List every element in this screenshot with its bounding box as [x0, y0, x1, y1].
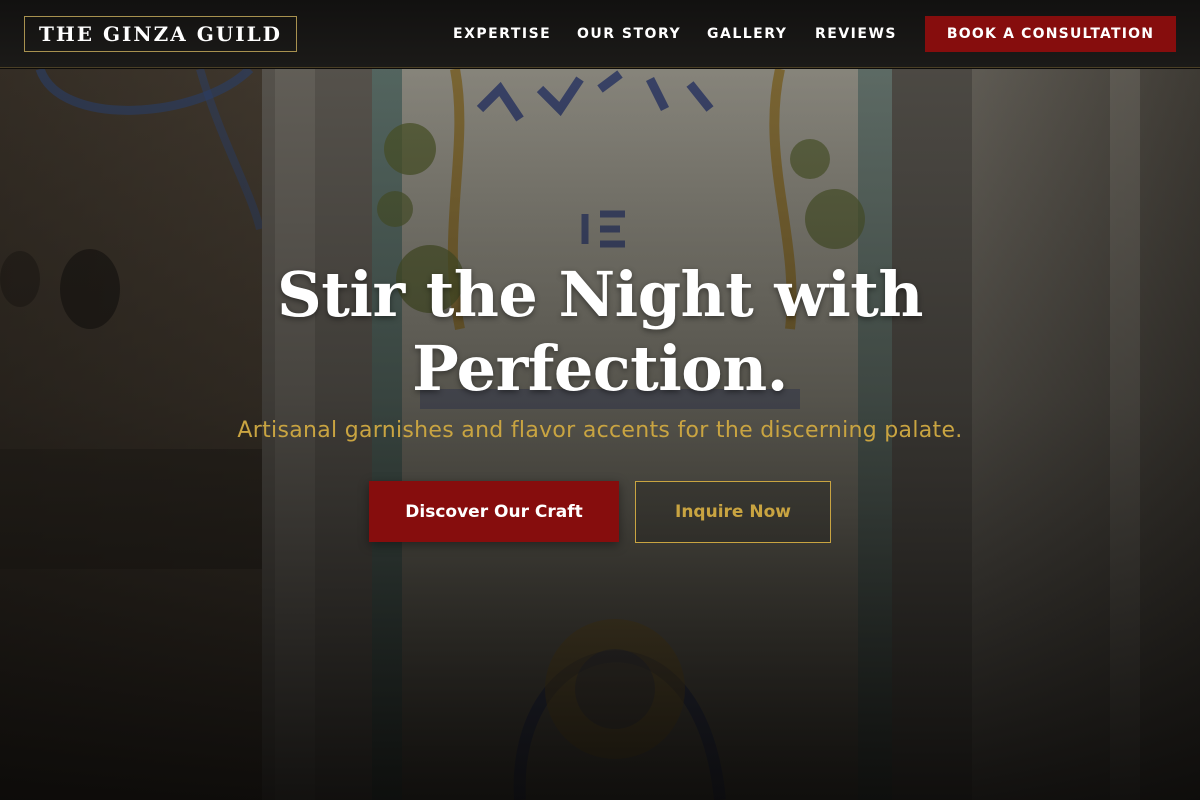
nav-link-expertise[interactable]: EXPERTISE [453, 24, 551, 44]
hero-title-line-2: Perfection. [412, 332, 788, 405]
hero-title: Stir the Night with Perfection. [150, 258, 1050, 406]
nav-link-gallery[interactable]: GALLERY [707, 24, 787, 44]
inquire-now-button[interactable]: Inquire Now [635, 481, 831, 543]
site-header: THE GINZA GUILD EXPERTISE OUR STORY GALL… [0, 0, 1200, 68]
nav-link-reviews[interactable]: REVIEWS [815, 24, 897, 44]
hero-title-line-1: Stir the Night with [277, 258, 923, 331]
discover-craft-button[interactable]: Discover Our Craft [369, 481, 619, 542]
site-logo[interactable]: THE GINZA GUILD [24, 16, 297, 52]
nav-link-our-story[interactable]: OUR STORY [577, 24, 681, 44]
hero-subtitle: Artisanal garnishes and flavor accents f… [237, 418, 963, 443]
book-consultation-button[interactable]: BOOK A CONSULTATION [925, 16, 1176, 52]
